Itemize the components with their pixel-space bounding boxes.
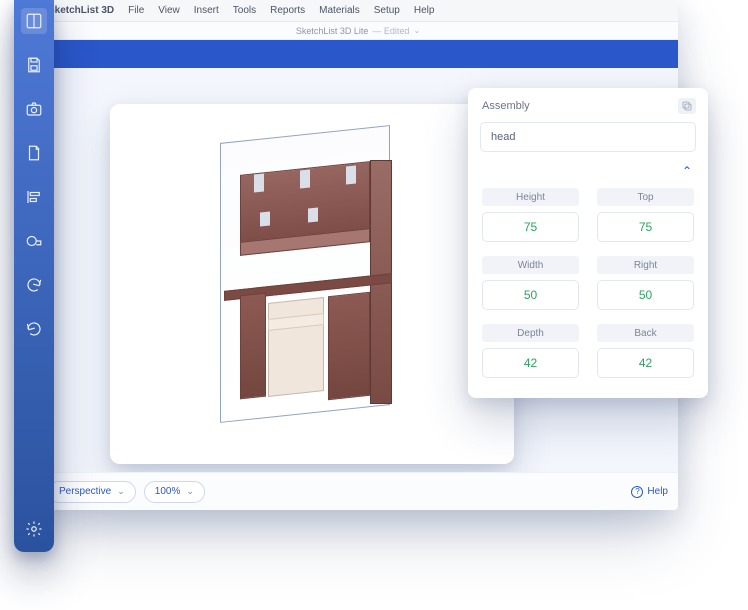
duplicate-icon <box>681 100 693 112</box>
tool-page-button[interactable] <box>21 140 47 166</box>
dim-width: Width 50 <box>482 256 579 310</box>
view-mode-label: Perspective <box>59 486 111 497</box>
collapse-caret-icon[interactable]: ⌃ <box>682 164 692 178</box>
zoom-dropdown[interactable]: 100% ⌄ <box>144 481 205 503</box>
align-icon <box>25 188 43 206</box>
tool-redo-button[interactable] <box>21 316 47 342</box>
gear-icon <box>25 520 43 538</box>
menu-item-setup[interactable]: Setup <box>374 5 400 16</box>
help-button[interactable]: ? Help <box>631 486 668 498</box>
chevron-down-icon: ⌄ <box>117 486 125 497</box>
menu-item-reports[interactable]: Reports <box>270 5 305 16</box>
menu-item-tools[interactable]: Tools <box>233 5 256 16</box>
camera-icon <box>25 100 43 118</box>
undo-icon <box>25 276 43 294</box>
tape-icon <box>25 232 43 250</box>
help-label: Help <box>647 486 668 497</box>
document-status: — Edited <box>372 26 409 36</box>
assembly-panel: Assembly ⌃ Height 75 Top 75 Width 50 Rig… <box>468 88 708 398</box>
menubar-app-name: SketchList 3D <box>48 5 114 16</box>
menu-item-materials[interactable]: Materials <box>319 5 360 16</box>
dimensions-grid: Height 75 Top 75 Width 50 Right 50 Depth… <box>468 188 708 380</box>
duplicate-button[interactable] <box>678 98 696 114</box>
assembly-name-input[interactable] <box>480 122 696 152</box>
tool-settings-button[interactable] <box>21 516 47 542</box>
layout-icon <box>25 12 43 30</box>
page-icon <box>25 144 43 162</box>
dim-width-input[interactable]: 50 <box>482 280 579 310</box>
dim-right: Right 50 <box>597 256 694 310</box>
chevron-down-icon: ⌄ <box>186 486 194 497</box>
dim-height-input[interactable]: 75 <box>482 212 579 242</box>
help-icon: ? <box>631 486 643 498</box>
tool-undo-button[interactable] <box>21 272 47 298</box>
top-toolbar <box>38 40 678 68</box>
menu-item-insert[interactable]: Insert <box>194 5 219 16</box>
viewport-3d[interactable] <box>110 104 514 464</box>
redo-icon <box>25 320 43 338</box>
dim-top: Top 75 <box>597 188 694 242</box>
dim-back-input[interactable]: 42 <box>597 348 694 378</box>
view-mode-dropdown[interactable]: Perspective ⌄ <box>48 481 136 503</box>
dim-height: Height 75 <box>482 188 579 242</box>
menu-item-view[interactable]: View <box>158 5 180 16</box>
dim-label: Width <box>482 256 579 274</box>
document-title: SketchList 3D Lite <box>296 26 369 36</box>
menu-item-help[interactable]: Help <box>414 5 435 16</box>
dim-label: Right <box>597 256 694 274</box>
tool-align-button[interactable] <box>21 184 47 210</box>
menubar: SketchList 3D File View Insert Tools Rep… <box>38 0 678 22</box>
dim-label: Top <box>597 188 694 206</box>
tool-sidebar <box>14 0 54 552</box>
save-icon <box>25 56 43 74</box>
menu-item-file[interactable]: File <box>128 5 144 16</box>
title-chevron-icon[interactable]: ⌄ <box>413 26 420 35</box>
dim-label: Depth <box>482 324 579 342</box>
status-bar: Perspective ⌄ 100% ⌄ ? Help <box>38 472 678 510</box>
dim-depth-input[interactable]: 42 <box>482 348 579 378</box>
tool-layout-button[interactable] <box>21 8 47 34</box>
dim-depth: Depth 42 <box>482 324 579 378</box>
dim-label: Height <box>482 188 579 206</box>
tool-camera-button[interactable] <box>21 96 47 122</box>
titlebar: SketchList 3D Lite — Edited ⌄ <box>38 22 678 40</box>
tool-measure-button[interactable] <box>21 228 47 254</box>
panel-title: Assembly <box>482 100 530 112</box>
dim-label: Back <box>597 324 694 342</box>
dim-top-input[interactable]: 75 <box>597 212 694 242</box>
dim-right-input[interactable]: 50 <box>597 280 694 310</box>
dim-back: Back 42 <box>597 324 694 378</box>
cabinet-model <box>200 134 410 424</box>
zoom-label: 100% <box>155 486 181 497</box>
tool-save-button[interactable] <box>21 52 47 78</box>
